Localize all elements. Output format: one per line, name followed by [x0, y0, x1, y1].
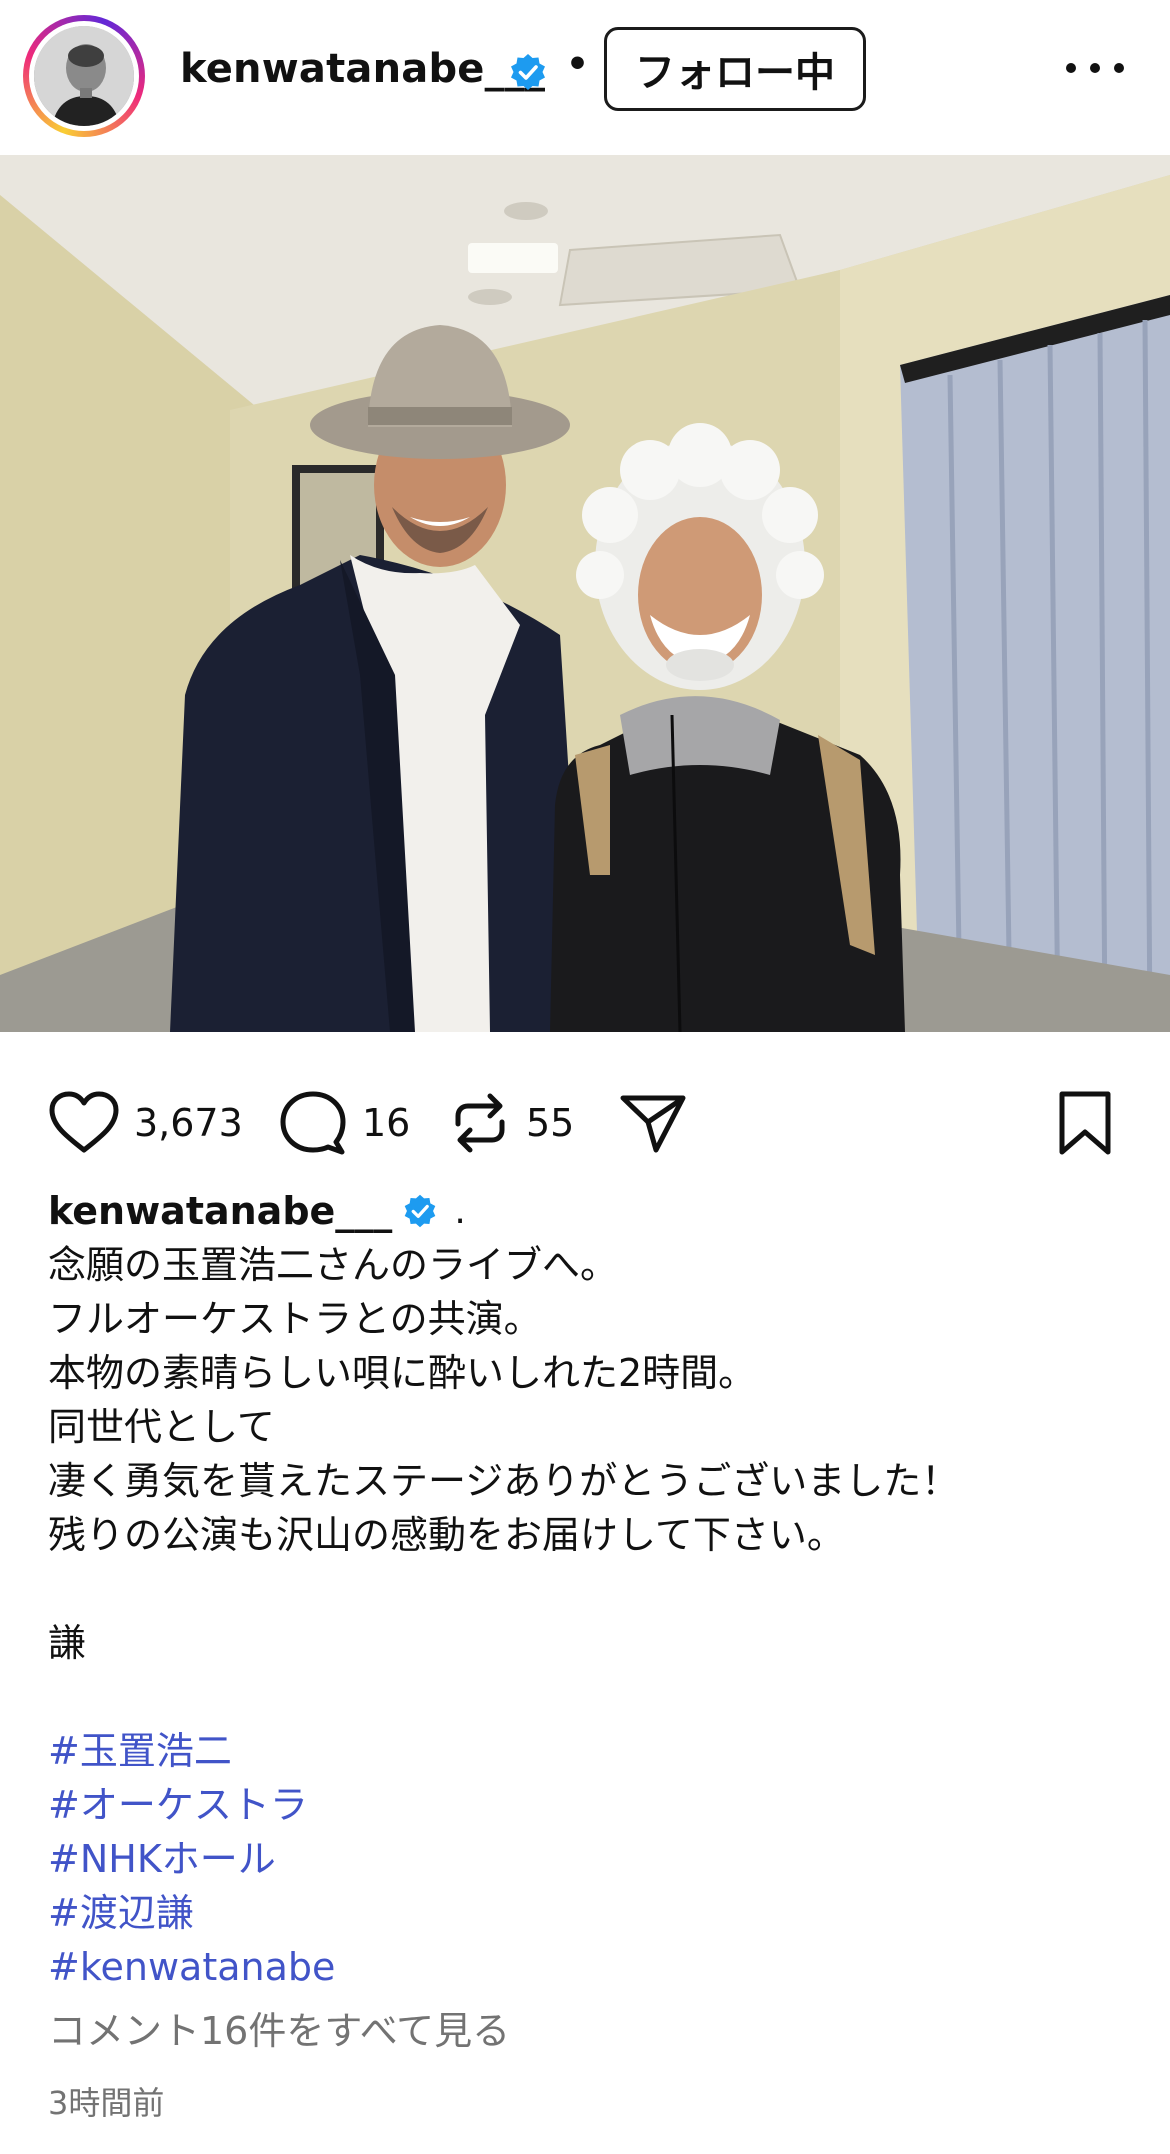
- photo-illustration: [0, 155, 1170, 1032]
- comments-count[interactable]: 16: [362, 1101, 410, 1145]
- repost-button[interactable]: 55: [448, 1090, 574, 1156]
- repost-icon: [455, 1093, 505, 1153]
- caption-username[interactable]: kenwatanabe___: [48, 1189, 392, 1233]
- hashtag-link[interactable]: #オーケストラ: [48, 1778, 1128, 1832]
- caption-line: 残りの公演も沢山の感動をお届けして下さい。: [48, 1513, 845, 1557]
- heart-icon: [49, 1091, 119, 1153]
- caption-line: フルオーケストラとの共演。: [48, 1297, 542, 1341]
- avatar-portrait-image: [34, 26, 134, 126]
- caption-line: 本物の素晴らしい唄に酔いしれた2時間。: [48, 1351, 757, 1395]
- comment-bubble-icon: [280, 1091, 346, 1155]
- header-username[interactable]: kenwatanabe___: [180, 46, 545, 92]
- view-all-comments-link[interactable]: コメント16件をすべて見る: [48, 2004, 1128, 2058]
- more-options-icon[interactable]: [1066, 48, 1124, 88]
- caption-trailing-dot: .: [454, 1190, 466, 1232]
- like-button[interactable]: 3,673: [48, 1090, 243, 1156]
- action-bar: 3,673 16 55: [0, 1080, 1170, 1170]
- share-button[interactable]: [618, 1090, 688, 1156]
- hashtag-link[interactable]: #渡辺謙: [48, 1886, 1128, 1940]
- caption-header: kenwatanabe___ .: [48, 1184, 1128, 1238]
- caption-line: 念願の玉置浩二さんのライブへ。: [48, 1243, 619, 1287]
- verified-badge-icon: [405, 1194, 436, 1228]
- post-header: kenwatanabe___ • フォロー中: [0, 0, 1170, 155]
- hashtag-link[interactable]: #kenwatanabe: [48, 1940, 1128, 1994]
- hashtag-link[interactable]: #玉置浩二: [48, 1724, 1128, 1778]
- caption-line: 同世代として: [48, 1405, 275, 1449]
- post-timestamp: 3時間前: [48, 2084, 165, 2122]
- hashtag-link[interactable]: #NHKホール: [48, 1832, 1128, 1886]
- post-caption: kenwatanabe___ . 念願の玉置浩二さんのライブへ。 フルオーケスト…: [48, 1184, 1128, 2124]
- separator-dot: •: [566, 44, 590, 85]
- comment-button[interactable]: 16: [278, 1090, 410, 1156]
- caption-signature: 謙: [48, 1621, 87, 1665]
- share-send-icon: [620, 1095, 686, 1153]
- reposts-count[interactable]: 55: [526, 1101, 574, 1145]
- bookmark-button[interactable]: [1056, 1090, 1114, 1156]
- likes-count[interactable]: 3,673: [134, 1101, 243, 1145]
- avatar-photo: [34, 26, 134, 126]
- profile-avatar[interactable]: [23, 15, 145, 137]
- caption-line: 凄く勇気を貰えたステージありがとうございました！: [48, 1459, 960, 1503]
- following-button[interactable]: フォロー中: [604, 27, 866, 111]
- bookmark-icon: [1059, 1091, 1111, 1155]
- post-photo[interactable]: [0, 155, 1170, 1032]
- verified-badge-icon: [511, 54, 545, 90]
